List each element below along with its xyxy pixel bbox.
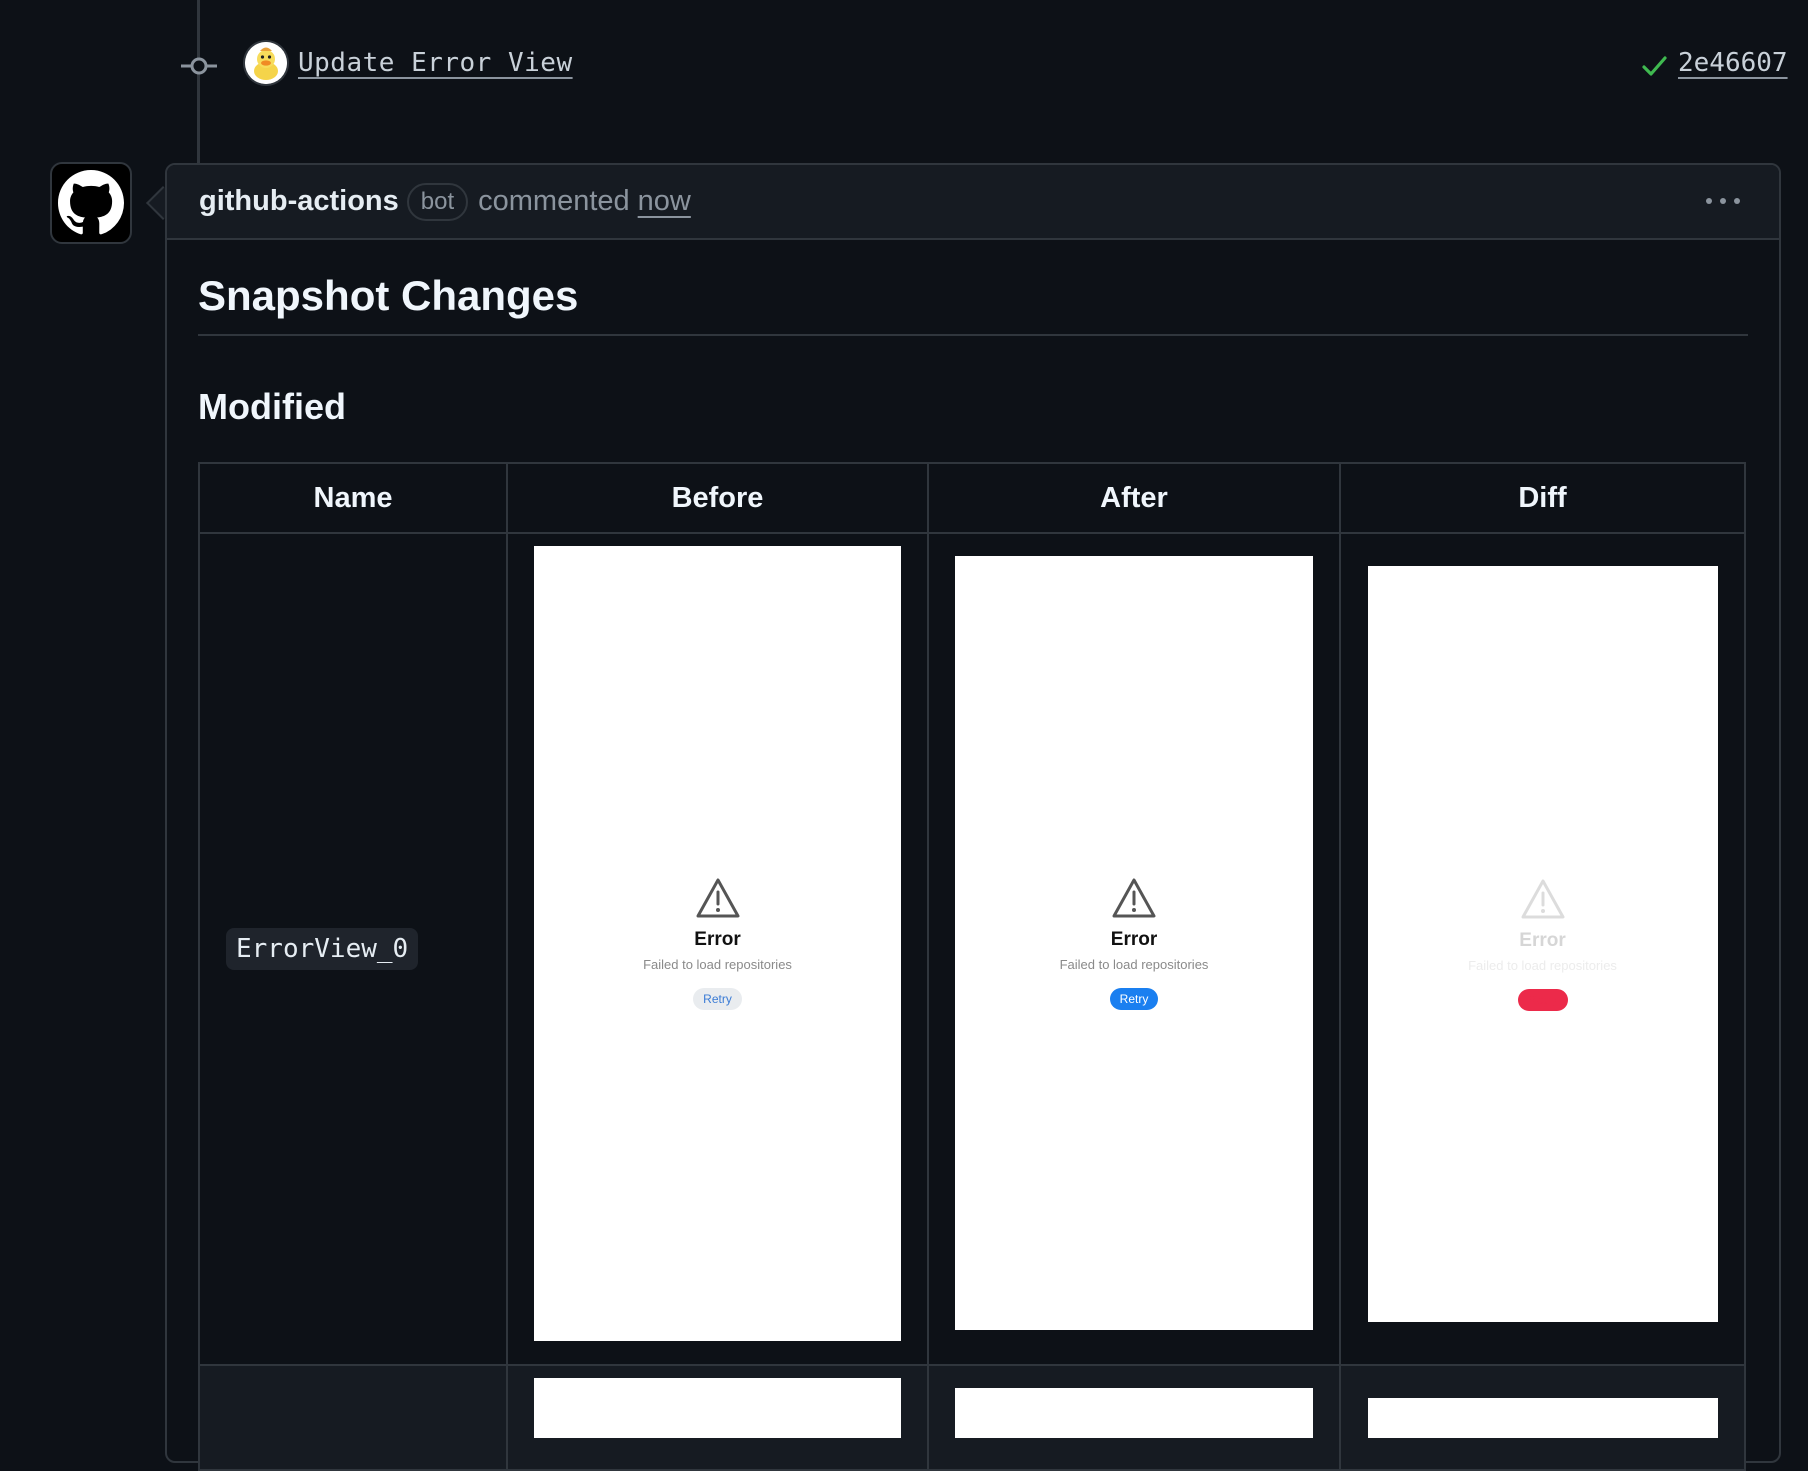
header-diff: Diff [1339,462,1746,534]
modified-heading: Modified [198,386,346,427]
before-snapshot-image[interactable]: Error Failed to load repositories Retry [534,546,901,1341]
name-cell: ErrorView_0 [198,532,508,1366]
table-row: ErrorView_0 Error Failed to load reposit… [198,532,1746,1366]
snapshot-heading: Snapshot Changes [198,240,1748,336]
comment-author[interactable]: github-actions [199,185,399,218]
header-before: Before [506,462,929,534]
before-cell [506,1364,929,1471]
diff-cell [1339,1364,1746,1471]
github-mark-icon [58,170,124,235]
bot-badge: bot [406,182,469,221]
commit-sha-link[interactable]: 2e46607 [1678,48,1788,78]
table-header-row: Name Before After Diff [198,462,1746,534]
before-cell: Error Failed to load repositories Retry [506,532,929,1366]
kebab-horizontal-icon[interactable] [1705,195,1741,207]
error-message: Failed to load repositories [643,957,792,972]
before-snapshot-image[interactable] [534,1378,901,1438]
timeline-line [197,0,200,163]
error-title: Error [1110,928,1158,950]
git-commit-icon [181,57,217,75]
commit-title-link[interactable]: Update Error View [298,48,573,78]
error-message: Failed to load repositories [1059,956,1209,972]
error-title: Error [1519,929,1566,951]
warning-triangle-icon [1521,879,1564,918]
table-row [198,1364,1746,1471]
comment-header: github-actions bot commented now [167,165,1779,240]
after-snapshot-image[interactable] [955,1388,1313,1438]
comment-action: commented [478,185,630,217]
snapshot-table: Name Before After Diff ErrorView_0 Error… [198,462,1746,1471]
header-name: Name [198,462,508,534]
diff-cell: Error Failed to load repositories Retry [1339,532,1746,1366]
warning-triangle-icon [696,878,739,918]
after-cell [927,1364,1341,1471]
name-cell [198,1364,508,1471]
diff-snapshot-image[interactable] [1367,1398,1718,1438]
snapshot-name: ErrorView_0 [226,928,419,970]
after-snapshot-image[interactable]: Error Failed to load repositories Retry [955,556,1313,1330]
github-actions-avatar[interactable] [50,162,132,244]
warning-triangle-icon [1112,878,1156,917]
header-after: After [927,462,1341,534]
error-title: Error [694,929,741,950]
commit-author-avatar[interactable] [245,42,287,84]
check-icon [1642,56,1667,76]
comment-box: github-actions bot commented now Snapsho… [165,163,1781,1471]
diff-snapshot-image[interactable]: Error Failed to load repositories Retry [1367,566,1718,1322]
comment-time-link[interactable]: now [638,185,691,218]
retry-button: Retry [1109,987,1159,1010]
comment-body: Snapshot Changes Modified Name Before Af… [167,240,1779,1471]
retry-button: Retry [693,988,742,1010]
retry-button: Retry [1517,988,1568,1011]
duck-avatar-icon [245,42,287,84]
error-message: Failed to load repositories [1468,957,1617,973]
after-cell: Error Failed to load repositories Retry [927,532,1341,1366]
